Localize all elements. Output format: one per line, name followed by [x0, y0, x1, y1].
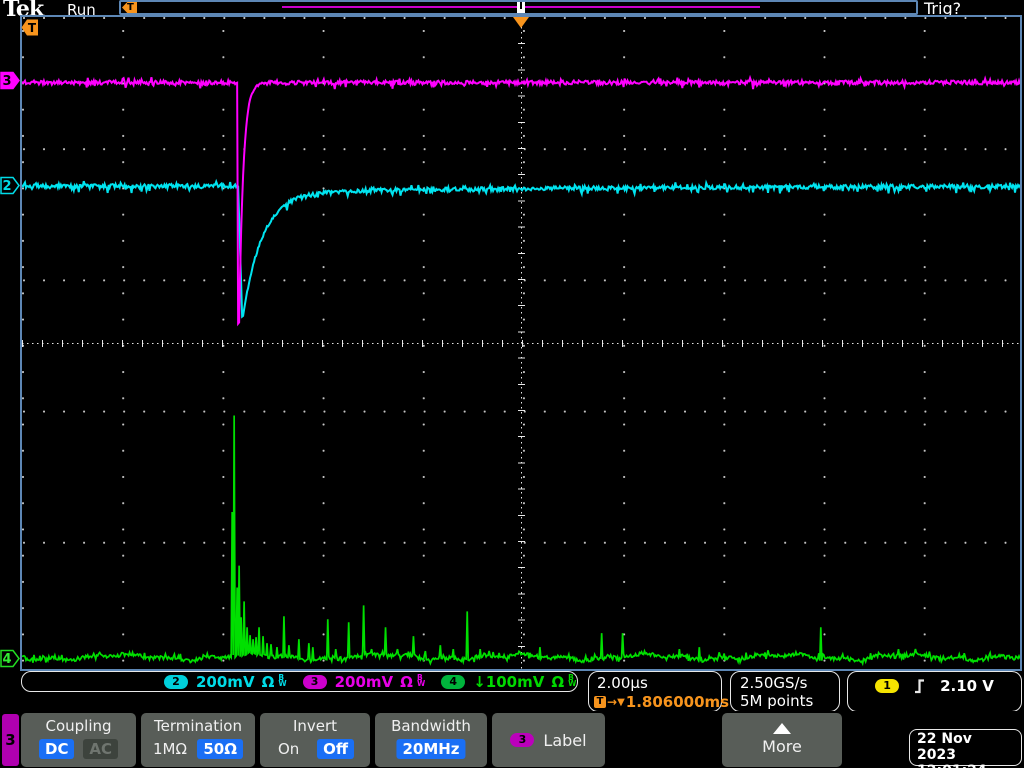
datetime-box: 22 Nov 2023 12:01:24 — [909, 729, 1022, 768]
trigger-position-arrow-icon[interactable] — [513, 17, 529, 28]
channel-4-badge: 4 — [441, 674, 466, 689]
more-up-triangle-icon — [773, 723, 791, 734]
coupling-button[interactable]: Coupling DC AC — [21, 713, 136, 767]
channel-4-readout: ↓100mV Ω B W — [473, 673, 576, 691]
channel-4-impedance: Ω — [551, 672, 565, 691]
trigger-readout-row: 1 2.10 V — [848, 677, 1021, 695]
trigger-position-marker[interactable] — [517, 2, 525, 13]
timebase-delay-value: 1.806000ms — [625, 693, 730, 711]
rising-edge-icon — [915, 679, 925, 694]
termination-button[interactable]: Termination 1MΩ 50Ω — [141, 713, 255, 767]
trigger-readout-box[interactable]: 1 2.10 V — [847, 671, 1022, 712]
channel-3-menu-tab[interactable]: 3 — [2, 714, 19, 766]
time-text: 12:01:24 — [917, 763, 1014, 768]
channel-2-scale: 200mV — [196, 672, 255, 691]
timebase-scale: 2.00µs — [597, 674, 648, 692]
channel-3-scale: 200mV — [334, 672, 394, 691]
waveform-traces — [22, 74, 1020, 667]
channel-2-readout: 200mV Ω B W — [196, 673, 287, 691]
channel-4-scale: ↓100mV — [473, 672, 545, 691]
record-length: 5M points — [740, 692, 814, 710]
trigger-level-value: 2.10 V — [940, 677, 994, 695]
channel-2-badge: 2 — [164, 674, 188, 689]
bandwidth-button[interactable]: Bandwidth 20MHz — [375, 713, 487, 767]
bottom-menu-bar: 3 Coupling DC AC Termination 1MΩ 50Ω Inv… — [0, 711, 1024, 768]
coupling-option-ac[interactable]: AC — [83, 739, 118, 759]
record-view-bar[interactable]: T — [119, 0, 918, 15]
trigger-level-marker-label: T — [28, 21, 37, 35]
termination-option-1m[interactable]: 1MΩ — [153, 739, 187, 759]
channel-3-impedance: Ω — [400, 672, 413, 691]
label-channel-badge: 3 — [510, 733, 535, 747]
timebase-delay: T → ▼ 1.806000ms — [594, 693, 729, 711]
record-trigger-left-icon: T — [122, 2, 137, 13]
channel-3-readout: 200mV Ω B W — [335, 673, 426, 691]
graticule — [20, 15, 1022, 671]
channel-3-marker[interactable]: 3 — [0, 71, 20, 90]
bandwidth-option-20mhz[interactable]: 20MHz — [396, 739, 466, 759]
timebase-readout-box[interactable]: 2.00µs T → ▼ 1.806000ms — [588, 671, 729, 712]
invert-option-on[interactable]: On — [278, 739, 299, 759]
termination-title: Termination — [154, 717, 242, 735]
trigger-source-badge: 1 — [875, 679, 900, 693]
channel-readout-box[interactable]: 2 200mV Ω B W 3 200mV Ω B W 4 ↓100mV Ω B… — [21, 671, 578, 692]
more-button[interactable]: More — [722, 713, 842, 767]
coupling-title: Coupling — [45, 717, 112, 735]
channel-3-badge: 3 — [302, 674, 327, 689]
acquisition-readout-box[interactable]: 2.50GS/s 5M points — [730, 671, 840, 712]
termination-option-50[interactable]: 50Ω — [197, 739, 243, 759]
channel-2-marker-label: 2 — [2, 179, 11, 194]
channel-4-marker[interactable]: 4 — [0, 649, 20, 668]
sample-rate: 2.50GS/s — [740, 674, 808, 692]
channel-4-bandwidth-limit-icon: B W — [568, 673, 577, 688]
more-text: More — [762, 737, 802, 756]
invert-title: Invert — [292, 717, 338, 735]
oscilloscope-screen: Tek Run Trig? T 3 2 4 T 2 200mV Ω B W 3 … — [0, 0, 1024, 768]
channel-2-bandwidth-limit-icon: B W — [278, 673, 287, 688]
channel-2-impedance: Ω — [261, 672, 275, 691]
trigger-level-marker[interactable]: T — [21, 19, 39, 36]
channel-3-marker-label: 3 — [2, 74, 11, 89]
trigger-t-icon: T — [594, 696, 606, 708]
label-row: 3 Label — [492, 713, 605, 767]
coupling-option-dc[interactable]: DC — [39, 739, 75, 759]
invert-option-off[interactable]: Off — [317, 739, 354, 759]
arrow-right-icon: → — [607, 695, 618, 709]
label-button[interactable]: 3 Label — [492, 713, 605, 767]
date-text: 22 Nov 2023 — [917, 731, 972, 763]
channel-2-marker[interactable]: 2 — [0, 176, 20, 195]
triangle-down-icon: ▼ — [617, 696, 625, 708]
label-text: Label — [543, 730, 587, 750]
channel-4-marker-label: 4 — [2, 652, 11, 667]
channel-3-bandwidth-limit-icon: B W — [416, 673, 426, 688]
bandwidth-title: Bandwidth — [391, 717, 471, 735]
invert-button[interactable]: Invert On Off — [260, 713, 370, 767]
